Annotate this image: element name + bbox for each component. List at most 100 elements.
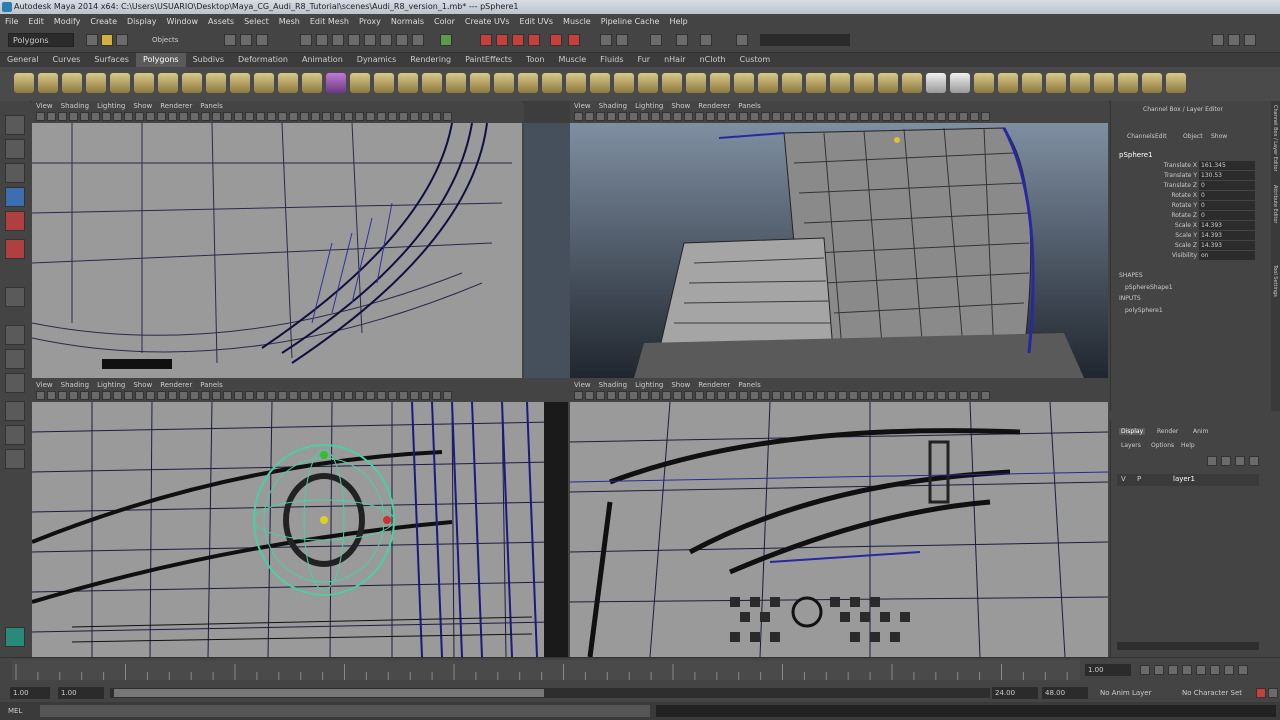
panel-tool-icon[interactable] <box>717 391 726 400</box>
side-tab-channel-box-layer-editor[interactable]: Channel Box / Layer Editor <box>1272 105 1278 172</box>
save-scene-icon[interactable] <box>116 34 128 46</box>
panel-tool-icon[interactable] <box>399 112 408 121</box>
panel-tool-icon[interactable] <box>596 391 605 400</box>
channel-value[interactable]: 14.393 <box>1199 241 1255 250</box>
panel-tool-icon[interactable] <box>596 112 605 121</box>
panel-tool-icon[interactable] <box>146 391 155 400</box>
panel-tool-icon[interactable] <box>36 112 45 121</box>
shelf-tool-icon[interactable] <box>1022 73 1042 93</box>
panel-menu-lighting[interactable]: Lighting <box>93 380 129 390</box>
new-layer-selected-icon[interactable] <box>1221 456 1231 466</box>
shelf-tool-icon[interactable] <box>278 73 298 93</box>
layer-tab-anim[interactable]: Anim <box>1191 428 1210 435</box>
shelf-tool-icon[interactable] <box>350 73 370 93</box>
lock-selection-icon[interactable] <box>440 34 452 46</box>
shelf-tab-painteffects[interactable]: PaintEffects <box>458 53 519 67</box>
panel-menu-lighting[interactable]: Lighting <box>93 101 129 111</box>
panel-menu-lighting[interactable]: Lighting <box>631 380 667 390</box>
menu-muscle[interactable]: Muscle <box>558 14 596 30</box>
channel-box-menu-channels[interactable]: Channels <box>1127 133 1155 140</box>
menu-create-uvs[interactable]: Create UVs <box>460 14 515 30</box>
panel-tool-icon[interactable] <box>58 391 67 400</box>
shelf-tool-icon[interactable] <box>830 73 850 93</box>
step-back-icon[interactable] <box>1154 665 1164 675</box>
channel-row[interactable]: Rotate Z0 <box>1117 211 1277 220</box>
shelf-tool-icon[interactable] <box>1142 73 1162 93</box>
panel-tool-icon[interactable] <box>585 112 594 121</box>
menu-modify[interactable]: Modify <box>49 14 86 30</box>
viewport-bottom-left[interactable] <box>32 402 568 657</box>
shelf-tool-icon[interactable] <box>638 73 658 93</box>
panel-tool-icon[interactable] <box>816 391 825 400</box>
play-backwards-icon[interactable] <box>1182 665 1192 675</box>
character-set-selector[interactable]: No Character Set <box>1182 689 1242 697</box>
show-hide-tool-settings-icon[interactable] <box>1244 34 1256 46</box>
show-hide-channel-box-icon[interactable] <box>1212 34 1224 46</box>
panel-tool-icon[interactable] <box>673 112 682 121</box>
channel-row[interactable]: Translate Z0 <box>1117 181 1277 190</box>
panel-tool-icon[interactable] <box>651 112 660 121</box>
panel-tool-icon[interactable] <box>728 112 737 121</box>
channel-value[interactable]: 14.393 <box>1199 231 1255 240</box>
panel-tool-icon[interactable] <box>212 391 221 400</box>
menu-edit-uvs[interactable]: Edit UVs <box>515 14 559 30</box>
snap-curve-icon[interactable] <box>496 34 508 46</box>
panel-tool-icon[interactable] <box>739 391 748 400</box>
panel-tool-icon[interactable] <box>80 112 89 121</box>
go-to-start-icon[interactable] <box>1140 665 1150 675</box>
menu-proxy[interactable]: Proxy <box>354 14 386 30</box>
panel-tool-icon[interactable] <box>750 391 759 400</box>
shelf-tab-surfaces[interactable]: Surfaces <box>87 53 136 67</box>
play-forwards-icon[interactable] <box>1196 665 1206 675</box>
shelf-tool-icon[interactable] <box>518 73 538 93</box>
panel-tool-icon[interactable] <box>311 112 320 121</box>
shelf-tab-animation[interactable]: Animation <box>295 53 350 67</box>
shelf-tool-icon[interactable] <box>686 73 706 93</box>
layer-scrollbar[interactable] <box>1117 642 1259 650</box>
shape-name[interactable]: pSphereShape1 <box>1125 284 1173 291</box>
single-perspective-layout-icon[interactable] <box>5 325 25 345</box>
shelf-tool-icon[interactable] <box>926 73 946 93</box>
panel-tool-icon[interactable] <box>728 391 737 400</box>
channel-value[interactable]: 130.53 <box>1199 171 1255 180</box>
end-time-field[interactable]: 48.00 <box>1042 687 1088 699</box>
panel-menu-shading[interactable]: Shading <box>57 101 93 111</box>
panel-tool-icon[interactable] <box>278 112 287 121</box>
panel-tool-icon[interactable] <box>662 391 671 400</box>
side-tab-tool-settings[interactable]: Tool Settings <box>1272 265 1278 297</box>
panel-menu-show[interactable]: Show <box>667 380 694 390</box>
shelf-tool-icon[interactable] <box>446 73 466 93</box>
panel-tool-icon[interactable] <box>651 391 660 400</box>
panel-tool-icon[interactable] <box>179 391 188 400</box>
panel-tool-icon[interactable] <box>432 391 441 400</box>
shelf-tab-nhair[interactable]: nHair <box>657 53 693 67</box>
shelf-tool-icon[interactable] <box>710 73 730 93</box>
object-name[interactable]: pSphere1 <box>1119 151 1153 159</box>
move-tool-icon[interactable] <box>5 187 25 207</box>
start-time-field[interactable]: 1.00 <box>10 687 50 699</box>
pick-mask-icon[interactable] <box>412 34 424 46</box>
shelf-tool-icon[interactable] <box>950 73 970 93</box>
panel-tool-icon[interactable] <box>322 391 331 400</box>
shelf-tool-icon[interactable] <box>230 73 250 93</box>
panel-tool-icon[interactable] <box>377 112 386 121</box>
panel-tool-icon[interactable] <box>289 391 298 400</box>
outliner-layout-icon[interactable] <box>5 449 25 469</box>
panel-menu-shading[interactable]: Shading <box>595 101 631 111</box>
panel-tool-icon[interactable] <box>981 112 990 121</box>
panel-tool-icon[interactable] <box>300 391 309 400</box>
panel-menu-panels[interactable]: Panels <box>734 380 765 390</box>
shelf-tool-icon[interactable] <box>326 73 346 93</box>
tool-settings-icon[interactable] <box>5 627 25 647</box>
pick-mask-icon[interactable] <box>348 34 360 46</box>
panel-tool-icon[interactable] <box>223 391 232 400</box>
shelf-tool-icon[interactable] <box>974 73 994 93</box>
panel-tool-icon[interactable] <box>245 391 254 400</box>
hypershade-icon[interactable] <box>676 34 688 46</box>
panel-tool-icon[interactable] <box>684 112 693 121</box>
panel-tool-icon[interactable] <box>91 391 100 400</box>
paint-select-tool-icon[interactable] <box>5 163 25 183</box>
panel-tool-icon[interactable] <box>168 391 177 400</box>
menu-normals[interactable]: Normals <box>386 14 429 30</box>
shelf-tool-icon[interactable] <box>182 73 202 93</box>
